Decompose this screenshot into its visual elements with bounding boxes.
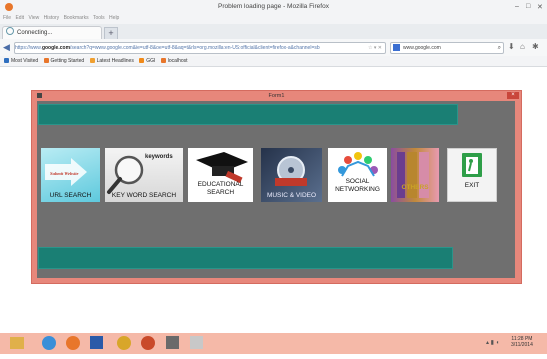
bookmark-label: localhost [167, 58, 188, 64]
menu-help[interactable]: Help [109, 15, 119, 21]
rss-icon [89, 58, 95, 63]
url-search-tile[interactable]: Submit Website URL SEARCH [41, 148, 100, 202]
tile-label: OTHERS [401, 184, 429, 191]
tab-bar: Connecting... + [0, 24, 547, 40]
form1-window: Form1 × Submit Website URL SEARCH keywor… [31, 90, 522, 284]
menu-bar: File Edit View History Bookmarks Tools H… [0, 15, 547, 24]
bookmark-icon [160, 58, 166, 63]
tray-icons[interactable]: ▴ ▮ ◖ [486, 339, 499, 346]
internet-explorer-icon[interactable] [42, 336, 56, 350]
educational-search-tile[interactable]: EDUCATIONAL SEARCH [188, 148, 253, 202]
url-host: google.com [41, 45, 71, 51]
bookmark-label: Getting Started [50, 58, 85, 64]
bookmarks-bar: Most Visited Getting Started Latest Head… [0, 56, 547, 67]
bookmark-icon [4, 58, 9, 63]
navigation-bar: ◀ https://www.google.com/search?q=www.go… [0, 39, 547, 57]
close-window-button[interactable]: ✕ [537, 3, 543, 11]
system-clock[interactable]: 11:28 PM 3/11/2014 [511, 336, 533, 348]
menu-bookmarks[interactable]: Bookmarks [64, 15, 89, 21]
google-engine-icon[interactable] [393, 44, 400, 51]
firefox-icon[interactable] [66, 336, 80, 350]
menu-history[interactable]: History [44, 15, 60, 21]
tile-label: KEY WORD SEARCH [111, 191, 177, 199]
form-app-icon [37, 93, 42, 98]
file-explorer-icon[interactable] [10, 337, 24, 349]
menu-view[interactable]: View [28, 15, 39, 21]
bookmark-localhost[interactable]: localhost [160, 58, 188, 64]
people-network-icon [338, 152, 378, 177]
addon-icon[interactable]: ✱ [532, 42, 539, 51]
bookmark-label: Latest Headlines [96, 58, 134, 64]
search-bar[interactable]: www.google.com ⌕ [390, 42, 504, 54]
paint-icon[interactable] [190, 336, 203, 349]
bookmark-ggi[interactable]: GGI [139, 58, 155, 64]
taskbar: 11:28 PM 3/11/2014 ▴ ▮ ◖ [0, 333, 547, 354]
bottom-panel [38, 247, 453, 269]
search-icon[interactable]: ⌕ [498, 43, 501, 53]
others-tile[interactable]: OTHERS [391, 148, 439, 202]
word-icon[interactable] [90, 336, 103, 349]
clock-date: 3/11/2014 [511, 342, 533, 348]
form-titlebar: Form1 × [32, 91, 521, 101]
app-icon[interactable] [141, 336, 155, 350]
window-title: Problem loading page - Mozilla Firefox [218, 3, 329, 10]
tile-label: EDUCATIONAL SEARCH [197, 181, 244, 196]
books-icon [397, 152, 429, 198]
music-video-tile[interactable]: MUSIC & VIDEO [261, 148, 322, 202]
minimize-button[interactable]: – [515, 3, 519, 10]
window-titlebar: Problem loading page - Mozilla Firefox –… [0, 0, 547, 15]
submit-website-text: Submit Website [50, 171, 78, 176]
maximize-button[interactable]: □ [526, 3, 530, 10]
bookmark-icon [43, 58, 49, 63]
loading-spinner-icon [6, 27, 14, 35]
exit-tile[interactable]: EXIT [447, 148, 497, 202]
menu-tools[interactable]: Tools [93, 15, 105, 21]
url-prefix: https://www. [15, 45, 42, 51]
tile-label: MUSIC & VIDEO [266, 191, 317, 199]
tab-label: Connecting... [17, 30, 53, 36]
back-arrow-icon[interactable]: ◀ [3, 42, 10, 53]
menu-file[interactable]: File [3, 15, 11, 21]
exit-door-icon [462, 153, 482, 177]
tile-label: EXIT [464, 182, 480, 189]
menu-edit[interactable]: Edit [15, 15, 24, 21]
top-panel [38, 104, 458, 125]
form-close-button[interactable]: × [507, 92, 519, 99]
form-title: Form1 [268, 93, 285, 99]
bookmark-most-visited[interactable]: Most Visited [4, 58, 38, 64]
url-bar-actions[interactable]: ☆ ▾ ✕ [368, 43, 382, 53]
tab-connecting[interactable]: Connecting... [2, 26, 102, 40]
taskbar-icons [10, 336, 203, 350]
bookmark-icon [139, 58, 145, 63]
search-value: www.google.com [403, 45, 441, 51]
tile-label: SOCIAL NETWORKING [335, 178, 380, 193]
social-networking-tile[interactable]: SOCIAL NETWORKING [328, 148, 387, 202]
network-app-icon[interactable] [166, 336, 179, 349]
bookmark-label: GGI [146, 58, 156, 64]
keywords-text: keywords [145, 154, 173, 160]
url-path: /search?q=www.google.com&ie=utf-8&oe=utf… [70, 45, 320, 51]
url-bar[interactable]: https://www.google.com/search?q=www.goog… [14, 42, 386, 54]
tile-label: URL SEARCH [49, 191, 92, 199]
bookmark-latest-headlines[interactable]: Latest Headlines [89, 58, 134, 64]
form-client-area: Submit Website URL SEARCH keywords KEY W… [37, 101, 515, 278]
keyword-search-tile[interactable]: keywords KEY WORD SEARCH [105, 148, 183, 202]
download-icon[interactable]: ⬇ [508, 42, 515, 51]
bookmark-label: Most Visited [11, 58, 39, 64]
home-icon[interactable]: ⌂ [520, 42, 525, 51]
bookmark-getting-started[interactable]: Getting Started [43, 58, 85, 64]
chrome-icon[interactable] [117, 336, 131, 350]
